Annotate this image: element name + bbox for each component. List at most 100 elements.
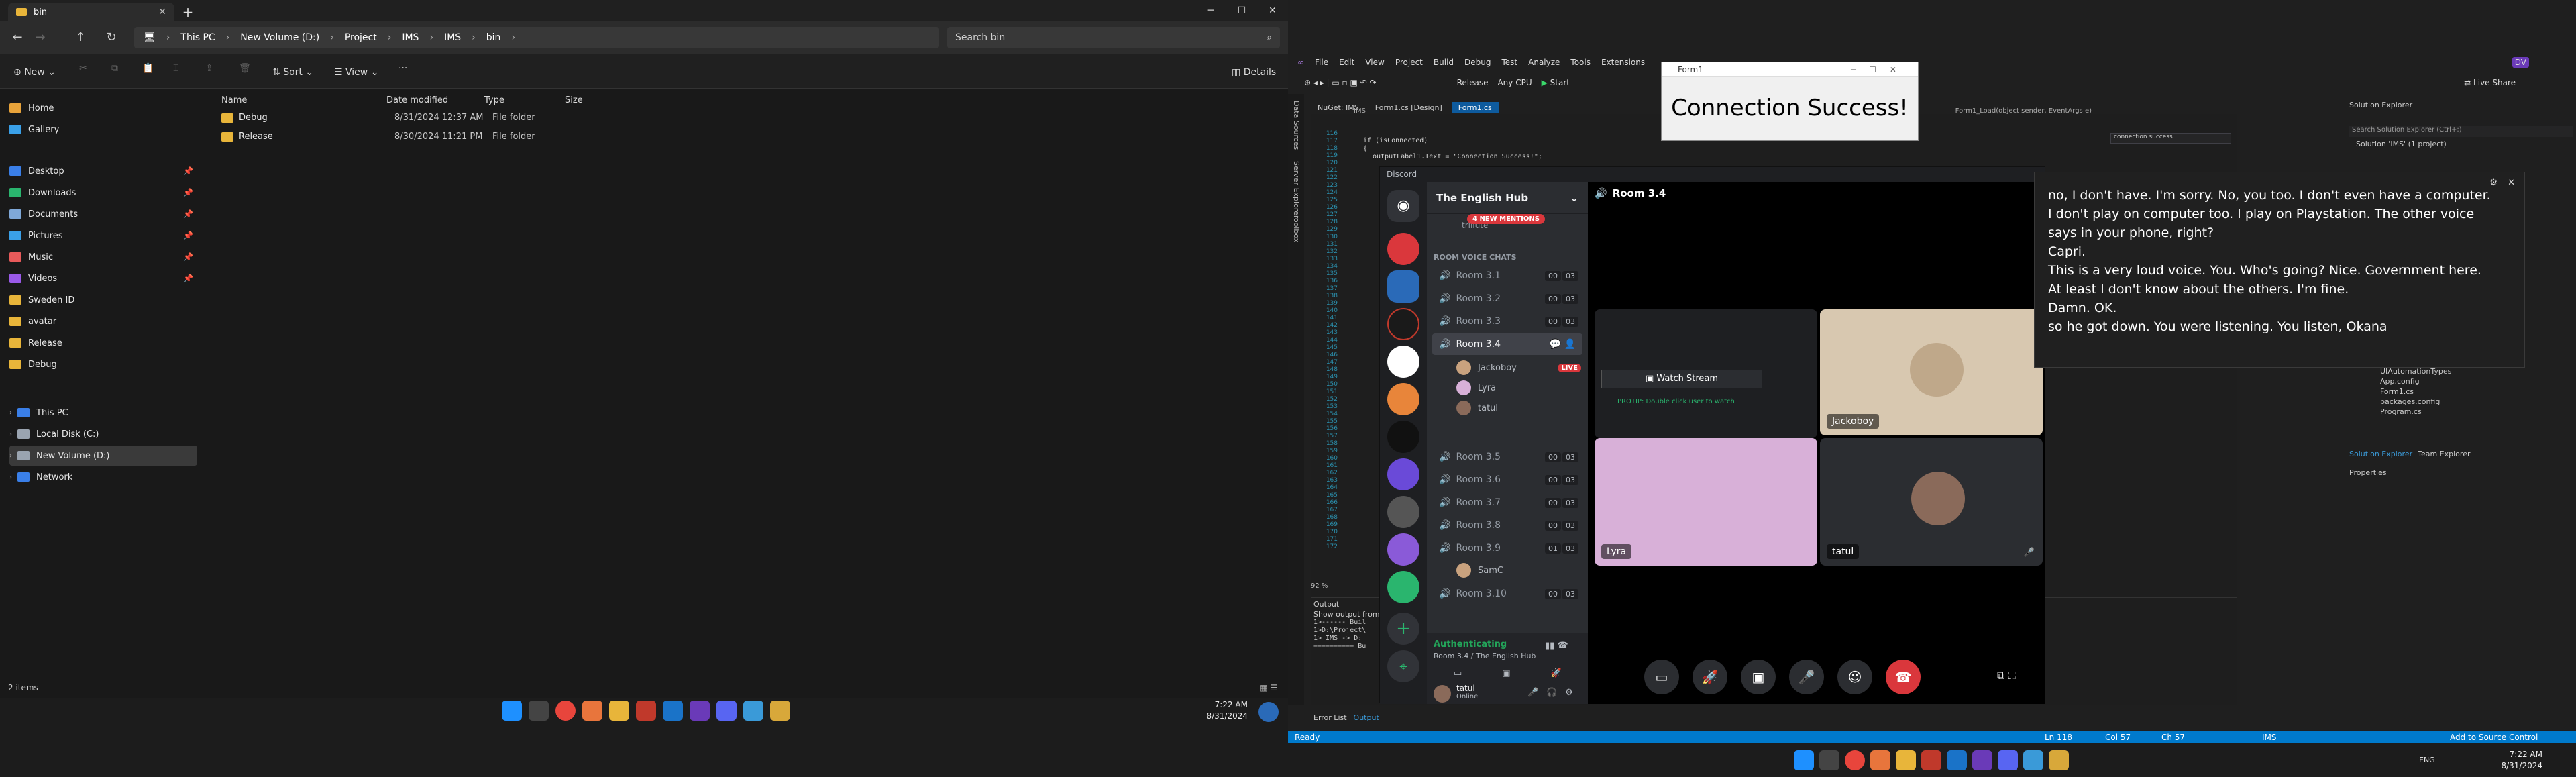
chrome-icon[interactable] — [1845, 750, 1865, 770]
visual-studio-icon[interactable] — [1972, 750, 1992, 770]
voice-user-lyra[interactable]: Lyra — [1456, 378, 1581, 398]
tree-item-new-volume-d-[interactable]: › New Volume (D:) — [9, 446, 197, 466]
menu-file[interactable]: File — [1315, 58, 1328, 67]
voice-channel-room-3-7[interactable]: 🔊 Room 3.7 00 03 — [1432, 492, 1582, 513]
clock[interactable]: 7:22 AM 8/31/2024 — [2469, 749, 2542, 772]
voice-user-tatul[interactable]: tatul — [1456, 398, 1581, 418]
tree-item-network[interactable]: › Network — [9, 467, 197, 487]
data-sources-tab[interactable]: Data Sources — [1292, 101, 1301, 150]
server-icon[interactable] — [1387, 308, 1419, 340]
server-icon[interactable] — [1387, 533, 1419, 566]
voice-channel-room-3-5[interactable]: 🔊 Room 3.5 00 03 — [1432, 446, 1582, 468]
sidebar-item-desktop[interactable]: Desktop 📌 — [9, 161, 197, 181]
menu-view[interactable]: View — [1365, 58, 1384, 67]
menu-extensions[interactable]: Extensions — [1601, 58, 1645, 67]
column-date-modified[interactable]: Date modified — [386, 95, 448, 105]
find-input[interactable]: connection success — [2110, 133, 2231, 144]
sidebar-item-gallery[interactable]: Gallery — [9, 119, 197, 140]
task-view-icon[interactable] — [1819, 750, 1839, 770]
screen-share-button[interactable]: ▣ — [1741, 660, 1776, 694]
menu-test[interactable]: Test — [1501, 58, 1517, 67]
activity-icon[interactable]: 🚀 — [1551, 668, 1562, 678]
server-icon[interactable] — [1387, 496, 1419, 528]
solution-item[interactable]: packages.config — [2380, 397, 2451, 407]
chevron-right-icon[interactable]: › — [9, 474, 12, 481]
voice-channel-room-3-6[interactable]: 🔊 Room 3.6 00 03 — [1432, 469, 1582, 490]
view-toggle-icons[interactable]: ▦ ☰ — [1260, 683, 1277, 692]
voice-user-jackoboy[interactable]: Jackoboy LIVE — [1456, 358, 1581, 378]
configuration-select[interactable]: Release — [1457, 78, 1489, 87]
chevron-right-icon[interactable]: › — [9, 431, 12, 438]
tree-item-local-disk-c-[interactable]: › Local Disk (C:) — [9, 424, 197, 444]
discord-icon[interactable] — [1998, 750, 2018, 770]
copy-icon[interactable]: ⧉ — [107, 63, 122, 82]
search-input[interactable]: Search bin ⌕ — [947, 27, 1280, 48]
breadcrumb-5[interactable]: bin — [486, 32, 501, 43]
sidebar-item-sweden-id[interactable]: Sweden ID — [9, 290, 197, 310]
mute-button[interactable]: 🎤 — [1789, 660, 1824, 694]
outlook-icon[interactable] — [663, 701, 683, 721]
new-mentions-badge[interactable]: 4 NEW MENTIONS — [1467, 214, 1545, 224]
live-share-button[interactable]: ⇄ Live Share — [2464, 78, 2516, 87]
up-icon[interactable]: ↑ — [70, 27, 91, 48]
app-icon[interactable] — [582, 701, 602, 721]
sidebar-item-pictures[interactable]: Pictures 📌 — [9, 225, 197, 246]
voice-channel-room-3-8[interactable]: 🔊 Room 3.8 00 03 — [1432, 515, 1582, 536]
add-to-source-control[interactable]: Add to Source Control — [2450, 733, 2538, 742]
video-tile-lyra[interactable]: Lyra — [1595, 438, 1817, 566]
voice-channel-room-3-1[interactable]: 🔊 Room 3.1 00 03 — [1432, 265, 1582, 287]
solution-item[interactable]: Program.cs — [2380, 407, 2451, 417]
tab-bin[interactable]: bin ✕ — [8, 3, 174, 21]
menu-analyze[interactable]: Analyze — [1528, 58, 1560, 67]
video-tile-tatul[interactable]: tatul 🎤 — [1820, 438, 2043, 566]
app-icon[interactable] — [636, 701, 656, 721]
cut-icon[interactable]: ✂ — [75, 63, 91, 82]
nav-member[interactable]: Form1_Load(object sender, EventArgs e) — [1955, 107, 2092, 115]
rename-icon[interactable]: ⌶ — [169, 63, 182, 82]
app-icon[interactable] — [2049, 750, 2069, 770]
delete-icon[interactable]: 🗑 — [235, 63, 255, 82]
back-icon[interactable]: ← — [7, 27, 28, 48]
chevron-right-icon[interactable]: › — [9, 409, 12, 417]
address-bar[interactable]: 🖥 › This PC › New Volume (D:) › Project › IM… — [134, 27, 939, 48]
new-button[interactable]: ⊕ New ⌄ — [9, 63, 60, 82]
server-icon[interactable] — [1387, 421, 1419, 453]
stream-tile[interactable]: ▣ Watch Stream PROTIP: Double click user… — [1595, 309, 1817, 438]
start-icon[interactable] — [1794, 750, 1814, 770]
breadcrumb-3[interactable]: IMS — [402, 32, 419, 43]
chat-icon[interactable]: 💬 👤 — [1550, 339, 1576, 350]
sidebar-item-documents[interactable]: Documents 📌 — [9, 204, 197, 224]
column-size[interactable]: Size — [565, 95, 583, 105]
breadcrumb-0[interactable]: This PC — [180, 32, 215, 43]
forward-icon[interactable]: → — [30, 27, 51, 48]
tab-output[interactable]: Output — [1354, 713, 1379, 722]
solution-search[interactable]: Search Solution Explorer (Ctrl+;) — [2349, 126, 2573, 137]
video-tile-jackoboy[interactable]: Jackoboy — [1820, 309, 2043, 435]
server-icon[interactable] — [1387, 346, 1419, 378]
paste-icon[interactable]: 📋 — [138, 63, 158, 82]
task-view-icon[interactable] — [529, 701, 549, 721]
minimize-button[interactable]: ─ — [1195, 0, 1226, 21]
server-icon[interactable] — [1387, 458, 1419, 490]
more-options-button[interactable]: ··· — [394, 63, 411, 82]
category-room-voice-chats[interactable]: ROOM VOICE CHATS — [1434, 253, 1517, 262]
mute-icon[interactable]: 🎤 — [1527, 688, 1538, 698]
emoji-button[interactable]: ☺ — [1837, 660, 1872, 694]
visual-studio-icon[interactable] — [690, 701, 710, 721]
app-icon[interactable] — [1921, 750, 1941, 770]
outlook-icon[interactable] — [1947, 750, 1967, 770]
sidebar-item-release[interactable]: Release — [9, 333, 197, 353]
close-icon[interactable]: ✕ — [2508, 178, 2515, 188]
chrome-icon[interactable] — [555, 701, 576, 721]
new-tab-button[interactable]: + — [180, 4, 196, 20]
avatar[interactable]: DV — [2512, 57, 2529, 68]
zoom-level[interactable]: 92 % — [1311, 582, 1328, 590]
server-icon[interactable] — [1387, 233, 1419, 265]
app-icon[interactable] — [743, 701, 763, 721]
nav-project[interactable]: IMS — [1354, 107, 1366, 115]
voice-channel-room-3-9[interactable]: 🔊 Room 3.9 01 03 — [1432, 537, 1582, 559]
tree-item-this-pc[interactable]: › This PC — [9, 403, 197, 423]
sidebar-item-avatar[interactable]: avatar — [9, 311, 197, 331]
tab-team-explorer[interactable]: Team Explorer — [2418, 450, 2470, 458]
popout-icon[interactable]: ⧉ ⛶ — [1997, 669, 2016, 682]
